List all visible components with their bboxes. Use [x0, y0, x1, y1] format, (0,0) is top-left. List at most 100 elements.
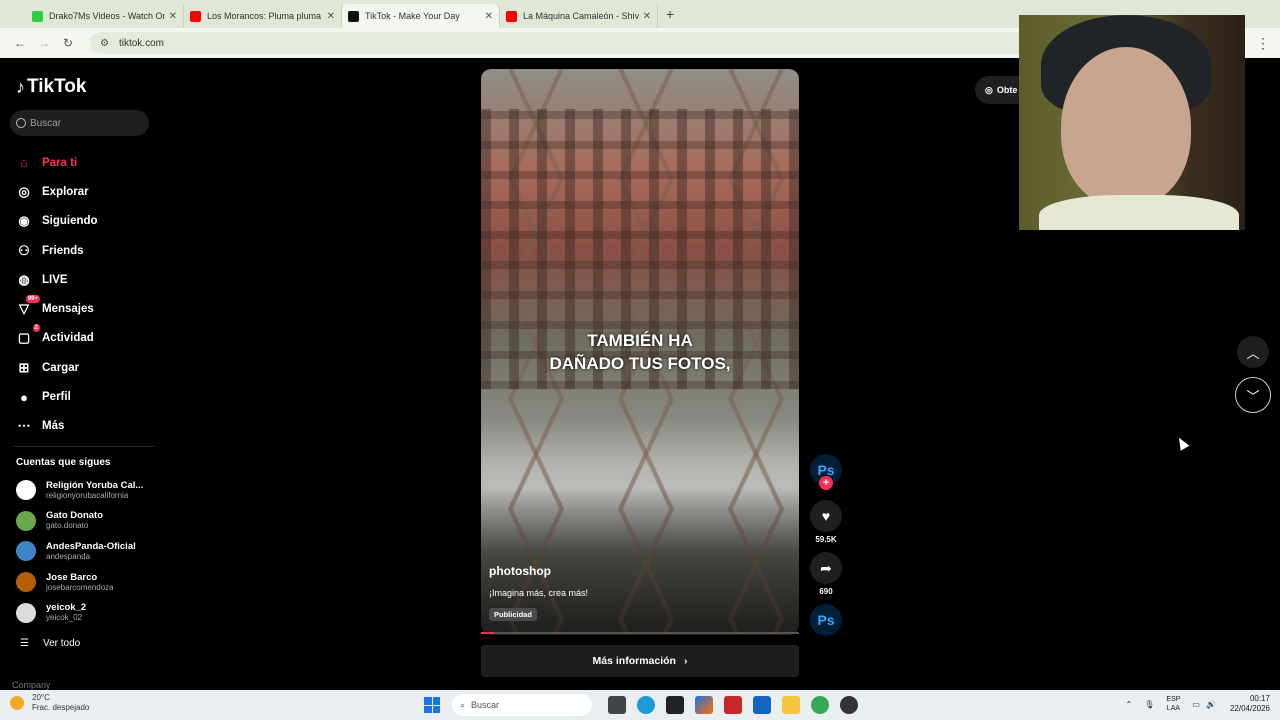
nav-item[interactable]: ▢ 2 Actividad: [14, 324, 98, 353]
account-name: Religión Yoruba Cal...: [46, 479, 144, 491]
nav-label: Friends: [42, 244, 84, 257]
profile-icon: ●: [20, 389, 28, 405]
tab-favicon-icon: [32, 10, 43, 22]
new-tab-button[interactable]: +: [666, 6, 674, 22]
copilot-icon[interactable]: [694, 696, 713, 714]
next-video-button[interactable]: ﹀: [1235, 377, 1271, 413]
tab-close-icon[interactable]: ✕: [485, 11, 493, 22]
nav-badge: 99+: [25, 295, 40, 304]
share-icon: ➦: [820, 559, 832, 576]
account-handle: yeicok_02: [46, 613, 83, 623]
followed-account[interactable]: Religión Yoruba Cal... religionyorubacali…: [16, 480, 143, 500]
start-menu-icon[interactable]: [424, 697, 440, 713]
task-view-icon[interactable]: [607, 696, 626, 714]
system-tray: ⌃ 🎙 ESP LAA ▭ 🔊 00:17 22/04/2026: [1126, 694, 1270, 714]
share-button[interactable]: ➦: [810, 552, 842, 584]
avatar: [16, 602, 36, 623]
follow-plus-icon[interactable]: +: [819, 476, 833, 490]
video-progress-bar[interactable]: [481, 632, 799, 634]
compass-icon: ◎: [18, 183, 30, 199]
previous-video-button[interactable]: ︿: [1237, 336, 1269, 368]
avatar: [16, 480, 36, 500]
nav-label: LIVE: [42, 273, 68, 286]
nav-item[interactable]: ⌂ Para ti: [14, 148, 98, 177]
nav-item[interactable]: ● Perfil: [14, 382, 98, 411]
site-info-icon[interactable]: ⚙: [100, 38, 109, 49]
tiktok-logo[interactable]: ♪ TikTok: [16, 76, 86, 98]
video-author[interactable]: photoshop: [489, 564, 551, 578]
chevron-right-icon: ›: [683, 655, 688, 667]
search-input[interactable]: Buscar: [10, 110, 149, 136]
like-count: 59.5K: [815, 535, 837, 544]
browser-menu-icon[interactable]: ⋮: [1256, 35, 1270, 52]
search-icon: [16, 118, 26, 128]
account-handle: gato.donato: [46, 521, 89, 531]
browser-tab[interactable]: Los Morancos: Pluma pluma Ge ✕: [184, 4, 342, 28]
acrobat-icon[interactable]: [723, 696, 742, 714]
video-player[interactable]: TAMBIÉN HA DAÑADO TUS FOTOS, photoshop ¡…: [481, 69, 799, 635]
sponsored-tag: Publicidad: [489, 608, 537, 621]
more-icon: ⋯: [17, 418, 31, 434]
nav-item[interactable]: ⊞ Cargar: [14, 353, 98, 382]
back-icon[interactable]: ←: [8, 36, 32, 50]
activity-icon: ▢ 2: [17, 324, 40, 346]
tab-close-icon[interactable]: ✕: [327, 11, 335, 22]
company-link[interactable]: Company: [12, 680, 51, 690]
weather-sun-icon: [10, 696, 24, 710]
file-explorer-icon[interactable]: [781, 696, 800, 714]
app-icon-3[interactable]: [665, 696, 684, 714]
browser-tab[interactable]: La Máquina Camaleón - Shiva - ✕: [500, 4, 658, 28]
chrome-icon[interactable]: [810, 696, 829, 714]
nav-item[interactable]: ◉ Siguiendo: [14, 207, 97, 236]
followed-account[interactable]: yeicok_2 yeicok_02: [16, 602, 86, 623]
nav-item[interactable]: ⋯ Más: [14, 412, 98, 441]
account-handle: andespanda: [46, 551, 91, 561]
tab-title: Drako7Ms Videos - Watch On-: [49, 11, 165, 21]
lang-bottom: LAA: [1166, 705, 1181, 712]
like-button[interactable]: ♥: [810, 500, 842, 532]
tab-close-icon[interactable]: ✕: [643, 11, 651, 22]
followed-account[interactable]: Gato Donato gato.donato: [16, 510, 103, 531]
volume-icon[interactable]: 🔊: [1206, 700, 1216, 709]
tray-chevron-icon[interactable]: ⌃: [1126, 700, 1133, 709]
more-info-button[interactable]: Más información ›: [481, 645, 799, 677]
taskbar-search-icon: ⌕: [460, 699, 466, 710]
nav-badge: 2: [32, 324, 40, 333]
browser-tab[interactable]: Drako7Ms Videos - Watch On- ✕: [26, 4, 184, 28]
see-all-link[interactable]: ☰ Ver todo: [20, 638, 80, 649]
forward-icon[interactable]: →: [32, 36, 56, 50]
clock-date: 22/04/2026: [1229, 704, 1270, 713]
mic-icon[interactable]: 🎙: [1144, 700, 1154, 709]
app-icon: ◎: [985, 84, 993, 95]
tab-favicon-icon: [348, 10, 359, 22]
tab-title: TikTok - Make Your Day: [365, 11, 460, 21]
weather-widget[interactable]: 20°C Frac. despejado: [10, 693, 89, 713]
followed-account[interactable]: Jose Barco josebarcomendoza: [16, 572, 114, 593]
reload-icon[interactable]: ↻: [56, 36, 80, 50]
network-icon[interactable]: ▭: [1192, 700, 1200, 709]
author-avatar[interactable]: Ps +: [810, 454, 842, 490]
music-disc-avatar[interactable]: Ps: [810, 604, 842, 636]
language-indicator[interactable]: ESP LAA: [1166, 695, 1180, 713]
friends-icon: ⚇: [18, 242, 30, 258]
followed-account[interactable]: AndesPanda-Oficial andespanda: [16, 540, 136, 562]
nav-item[interactable]: ⚇ Friends: [14, 236, 98, 265]
avatar: [16, 541, 36, 562]
edge-icon[interactable]: [636, 696, 655, 714]
tab-close-icon[interactable]: ✕: [169, 11, 177, 22]
account-name: AndesPanda-Oficial: [46, 540, 136, 552]
list-icon: ☰: [20, 638, 29, 649]
webcam-face: [1061, 47, 1191, 207]
nav-label: Perfil: [42, 391, 71, 404]
clock[interactable]: 00:17 22/04/2026: [1230, 694, 1270, 714]
nav-item[interactable]: ◎ Explorar: [14, 177, 98, 206]
caption-line-1: TAMBIÉN HA: [587, 331, 693, 350]
store-icon[interactable]: [752, 696, 771, 714]
taskbar-search[interactable]: ⌕ Buscar: [452, 694, 592, 716]
get-app-label: Obte: [996, 85, 1018, 95]
nav-item[interactable]: ◍ LIVE: [14, 265, 98, 294]
browser-tab[interactable]: TikTok - Make Your Day ✕: [342, 4, 500, 28]
url-field[interactable]: ⚙ tiktok.com: [90, 32, 1050, 54]
nav-item[interactable]: ▽ 99+ Mensajes: [14, 294, 98, 323]
obs-icon[interactable]: [839, 696, 858, 714]
